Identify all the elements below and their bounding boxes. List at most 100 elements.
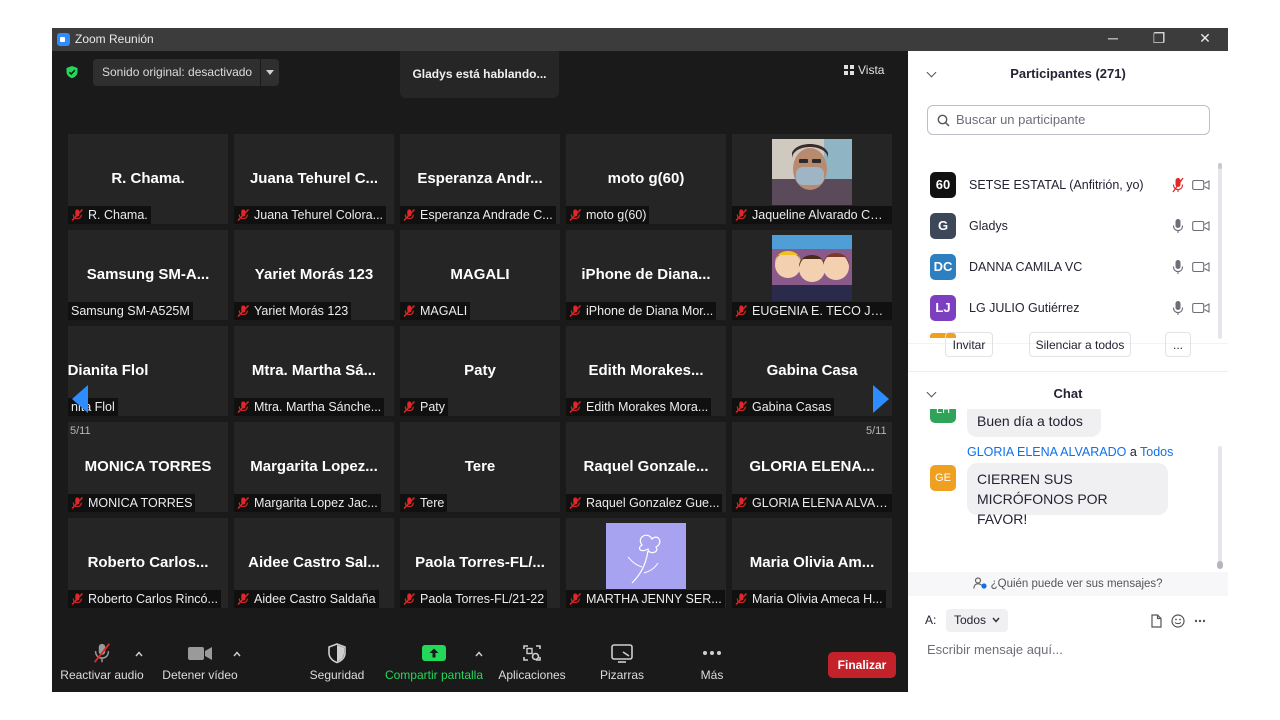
participant-video-tile[interactable]: Maria Olivia Am... Maria Olivia Ameca H..… (732, 518, 892, 608)
audio-options-caret-icon[interactable] (134, 649, 144, 659)
invite-button[interactable]: Invitar (945, 332, 993, 357)
chat-more-icon[interactable] (1194, 619, 1206, 623)
unmute-audio-button[interactable]: Reactivar audio (58, 642, 146, 682)
participant-video-tile[interactable]: Raquel Gonzale... Raquel Gonzalez Gue... (566, 422, 726, 512)
participant-avatar: G (930, 213, 956, 239)
participant-video-tile[interactable]: Juana Tehurel C... Juana Tehurel Colora..… (234, 134, 394, 224)
participant-video-tile[interactable]: Paola Torres-FL/... Paola Torres-FL/21-22 (400, 518, 560, 608)
tile-display-name: Mtra. Martha Sá... (251, 362, 377, 379)
tile-caption-text: Paty (420, 400, 446, 414)
apps-button[interactable]: Aplicaciones (496, 642, 568, 682)
previous-page-arrow-icon[interactable] (71, 384, 89, 414)
participant-video-tile[interactable]: R. Chama. R. Chama. (68, 134, 228, 224)
mute-all-button[interactable]: Silenciar a todos (1029, 332, 1131, 357)
tile-caption-text: Juana Tehurel Colora... (254, 208, 384, 222)
participant-row[interactable]: LJ LG JULIO Gutiérrez (930, 291, 1220, 323)
chat-recipient[interactable]: Todos (1140, 445, 1173, 459)
next-page-arrow-icon[interactable] (872, 384, 890, 414)
video-area: Sonido original: desactivado Gladys está… (52, 51, 908, 692)
participant-video-tile[interactable]: MARTHA JENNY SER... (566, 518, 726, 608)
participant-video-tile[interactable]: Gabina Casa Gabina Casas (732, 326, 892, 416)
participant-video-tile[interactable]: Dianita Flol nita Flol (68, 326, 228, 416)
microphone-icon[interactable] (1172, 300, 1184, 316)
participant-video-tile[interactable]: Mtra. Martha Sá... Mtra. Martha Sánche... (234, 326, 394, 416)
title-bar: Zoom Reunión ─ ❐ ✕ (52, 28, 1228, 51)
restore-button[interactable]: ❐ (1136, 28, 1182, 51)
camera-off-icon[interactable] (1192, 261, 1210, 273)
camera-off-icon[interactable] (1192, 302, 1210, 314)
whiteboards-button[interactable]: Pizarras (588, 642, 656, 682)
participant-search[interactable] (927, 105, 1210, 135)
tile-caption-text: MONICA TORRES (88, 496, 193, 510)
emoji-icon[interactable] (1171, 614, 1185, 628)
tile-display-name: Dianita Flol (68, 362, 149, 379)
muted-microphone-icon (403, 401, 416, 413)
chat-message: Buen día a todos (967, 409, 1101, 437)
search-input[interactable] (954, 111, 1198, 128)
share-options-caret-icon[interactable] (474, 649, 484, 659)
participant-video-tile[interactable]: Edith Morakes... Edith Morakes Mora... (566, 326, 726, 416)
end-meeting-button[interactable]: Finalizar (828, 652, 896, 678)
chevron-down-icon[interactable] (260, 59, 279, 86)
participant-video-tile[interactable]: MONICA TORRES MONICA TORRES (68, 422, 228, 512)
minimize-button[interactable]: ─ (1090, 28, 1136, 51)
participant-video-tile[interactable]: EUGENIA E. TECO JÁ... (732, 230, 892, 320)
chat-message-input[interactable] (925, 641, 1209, 658)
participant-row[interactable]: DC DANNA CAMILA VC (930, 250, 1220, 282)
view-button[interactable]: Vista (844, 63, 884, 77)
close-button[interactable]: ✕ (1182, 28, 1228, 51)
tile-caption-text: Yariet Morás 123 (254, 304, 349, 318)
original-sound-dropdown[interactable]: Sonido original: desactivado (93, 59, 279, 86)
recipient-value: Todos (954, 613, 987, 627)
muted-microphone-icon[interactable] (1172, 177, 1184, 193)
view-label: Vista (858, 63, 885, 77)
participant-video-tile[interactable]: MAGALI MAGALI (400, 230, 560, 320)
camera-off-icon[interactable] (1192, 179, 1210, 191)
recipient-dropdown[interactable]: Todos (946, 609, 1009, 632)
participant-row[interactable]: 60 SETSE ESTATAL (Anfitrión, yo) (930, 168, 1220, 200)
message-visibility-info[interactable]: ¿Quién puede ver sus mensajes? (908, 572, 1228, 596)
video-options-caret-icon[interactable] (232, 649, 242, 659)
tile-name-caption: Juana Tehurel Colora... (234, 206, 387, 224)
security-button[interactable]: Seguridad (302, 642, 372, 682)
participant-video-tile[interactable]: Samsung SM-A... Samsung SM-A525M (68, 230, 228, 320)
participant-avatar: 60 (930, 172, 956, 198)
chat-scrollbar-track[interactable] (1218, 446, 1222, 564)
microphone-icon[interactable] (1172, 218, 1184, 234)
participant-row[interactable]: G Gladys (930, 209, 1220, 241)
participant-video-tile[interactable]: Tere Tere (400, 422, 560, 512)
tile-caption-text: Margarita Lopez Jac... (254, 496, 378, 510)
stop-video-button[interactable]: Detener vídeo (156, 642, 244, 682)
muted-microphone-icon (569, 401, 582, 413)
tile-caption-text: Edith Morakes Mora... (586, 400, 709, 414)
participant-video-tile[interactable]: moto g(60) moto g(60) (566, 134, 726, 224)
camera-off-icon[interactable] (1192, 220, 1210, 232)
participants-scrollbar-track[interactable] (1218, 163, 1222, 339)
chat-title: Chat (1053, 386, 1083, 401)
file-attach-icon[interactable] (1150, 614, 1162, 628)
participant-video-tile[interactable]: iPhone de Diana... iPhone de Diana Mor... (566, 230, 726, 320)
more-button[interactable]: Más (684, 642, 740, 682)
encryption-shield-icon[interactable] (65, 65, 79, 79)
tile-display-name: Roberto Carlos... (87, 554, 209, 571)
tile-name-caption: Jaqueline Alvarado Candia (732, 206, 892, 224)
muted-microphone-icon (569, 305, 582, 317)
tile-name-caption: Samsung SM-A525M (68, 302, 193, 320)
chat-sender[interactable]: GLORIA ELENA ALVARADO (967, 445, 1126, 459)
muted-microphone-icon (735, 593, 748, 605)
whiteboards-label: Pizarras (599, 668, 644, 682)
participant-video-tile[interactable]: Roberto Carlos... Roberto Carlos Rincó... (68, 518, 228, 608)
microphone-icon[interactable] (1172, 259, 1184, 275)
participant-video-tile[interactable]: Esperanza Andr... Esperanza Andrade C... (400, 134, 560, 224)
participants-more-button[interactable]: ... (1165, 332, 1191, 357)
muted-microphone-icon (237, 209, 250, 221)
participant-video-tile[interactable]: Yariet Morás 123 Yariet Morás 123 (234, 230, 394, 320)
tile-name-caption: Margarita Lopez Jac... (234, 494, 381, 512)
chat-scrollbar-thumb[interactable] (1217, 561, 1223, 569)
participant-video-tile[interactable]: Paty Paty (400, 326, 560, 416)
participant-video-tile[interactable]: Aidee Castro Sal... Aidee Castro Saldaña (234, 518, 394, 608)
participant-video-tile[interactable]: Margarita Lopez... Margarita Lopez Jac... (234, 422, 394, 512)
share-screen-button[interactable]: Compartir pantalla (382, 642, 486, 682)
participants-scrollbar[interactable] (1218, 163, 1222, 169)
participant-video-tile[interactable]: Jaqueline Alvarado Candia (732, 134, 892, 224)
